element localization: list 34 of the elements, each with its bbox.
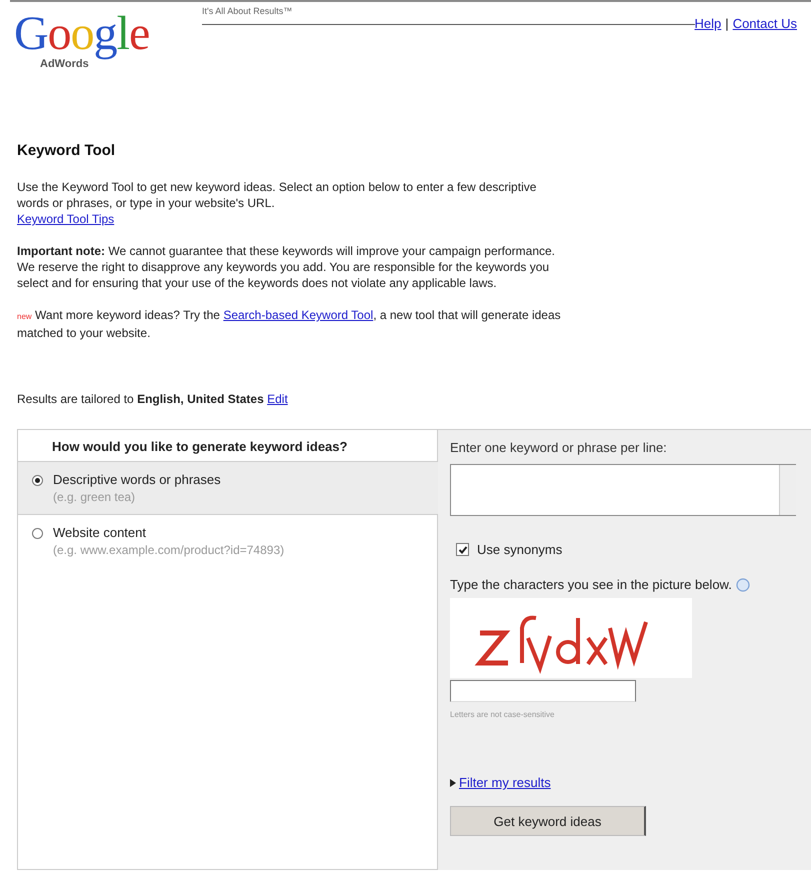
- intro-text: Use the Keyword Tool to get new keyword ideas. Select an option below to enter a few descriptive words or phrases, or type in your website's URL.: [17, 179, 538, 211]
- logo-wordmark: Google: [14, 10, 150, 58]
- keyword-field[interactable]: [450, 464, 796, 516]
- captcha-input[interactable]: [450, 680, 636, 702]
- radio-button[interactable]: [32, 475, 43, 486]
- important-note: Important note: We cannot guarantee that these keywords will improve your campaign performance. We reserve the right to disapprove any keywords you add. You are responsible for the keywords you select and for ensuring that your use of the keywords does not violate any applicable laws.: [17, 243, 556, 291]
- link-separator: |: [725, 16, 729, 31]
- scrollbar[interactable]: [779, 465, 796, 515]
- edit-link[interactable]: Edit: [267, 392, 288, 406]
- option-example: (e.g. green tea): [53, 489, 136, 506]
- option-row[interactable]: Descriptive words or phrases (e.g. green tea): [17, 462, 438, 514]
- logo-product-name: AdWords: [40, 58, 89, 70]
- option-label: Website content: [53, 525, 147, 541]
- promo-text: new Want more keyword ideas? Try the Search-based Keyword Tool, a new tool that will generate ideas matched to your website.: [17, 307, 562, 341]
- checkbox[interactable]: [456, 543, 469, 556]
- header-link[interactable]: Help: [694, 16, 722, 31]
- filter-link[interactable]: Filter my results: [459, 775, 551, 790]
- search-tool-link[interactable]: Search-based Keyword Tool: [223, 308, 374, 322]
- synonyms-label: Use synonyms: [477, 542, 562, 557]
- tailored-text: Results are tailored to English, United States Edit: [17, 391, 289, 407]
- captcha-prompt: Type the characters you see in the picture below.: [450, 577, 732, 592]
- input-heading: Enter one keyword or phrase per line:: [450, 440, 668, 455]
- new-label: new: [17, 312, 32, 321]
- tips-link[interactable]: Keyword Tool Tips: [17, 211, 114, 227]
- option-example: (e.g. www.example.com/product?id=74893): [53, 542, 284, 559]
- option-label: Descriptive words or phrases: [53, 472, 221, 488]
- captcha-hint: Letters are not case-sensitive: [450, 710, 556, 719]
- submit-button[interactable]: Get keyword ideas: [450, 806, 646, 836]
- help-icon[interactable]: [736, 578, 750, 592]
- page-title: Keyword Tool: [17, 142, 116, 159]
- radio-button[interactable]: [32, 528, 43, 539]
- option-row[interactable]: Website content (e.g. www.example.com/product?id=74893): [17, 514, 438, 870]
- header-link[interactable]: Contact Us: [732, 16, 797, 31]
- tagline: It's All About Results™: [202, 4, 695, 25]
